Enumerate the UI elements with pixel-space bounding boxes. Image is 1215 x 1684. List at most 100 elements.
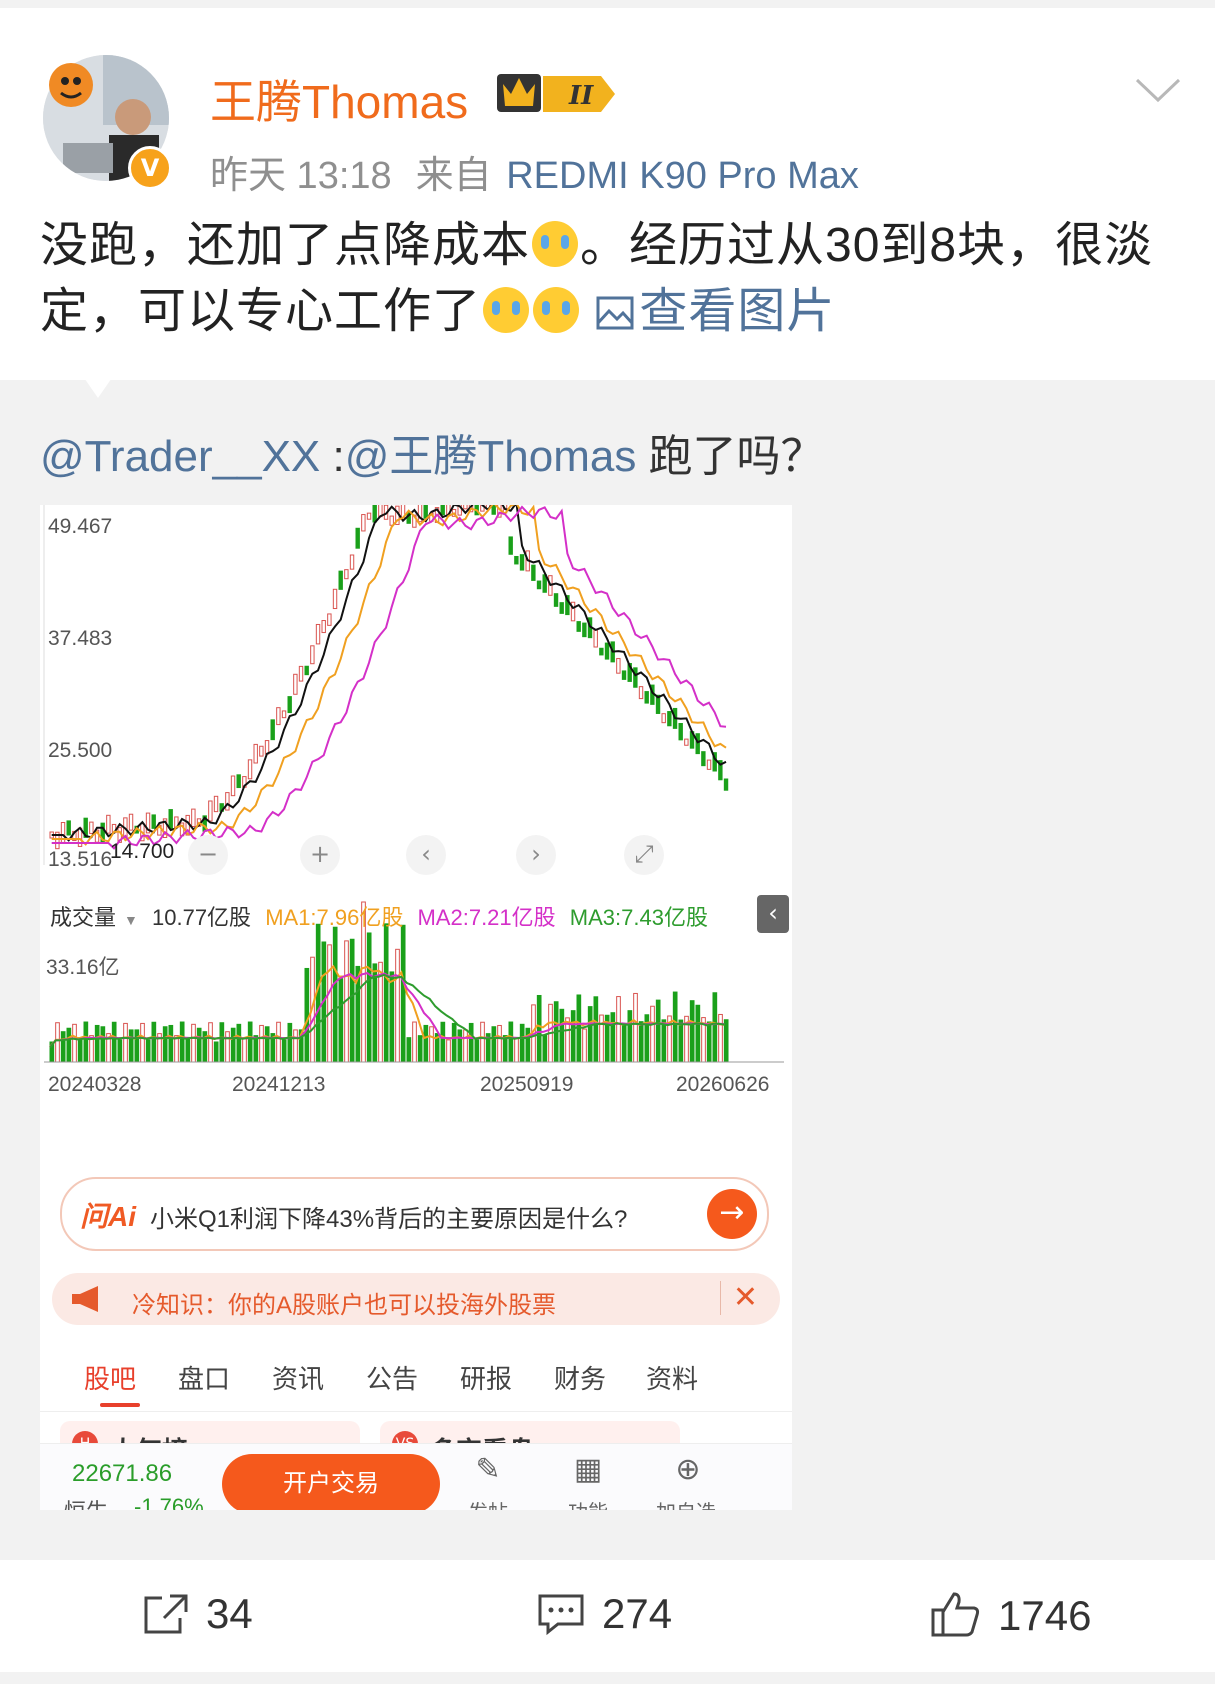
stock-bottom-bar: 22671.86 恒生 -1.76% 开户交易 ✎ 发帖 ▦ 功能 ⊕ 加自选 (40, 1443, 792, 1510)
candle (604, 642, 610, 660)
volume-bar (83, 1021, 89, 1063)
crown-level-icon: II (497, 74, 615, 112)
collapse-panel-button[interactable]: ‹ (757, 895, 789, 933)
volume-dropdown[interactable]: 成交量 (50, 905, 116, 930)
volume-bar (627, 1010, 633, 1063)
candle (191, 808, 196, 827)
post-label: 发帖 (468, 1496, 508, 1510)
volume-bar (542, 1034, 548, 1063)
volume-bar (276, 1021, 281, 1063)
pan-right-button[interactable]: › (516, 835, 556, 875)
volume-bar (242, 1037, 247, 1063)
index-change: -1.76% (134, 1494, 204, 1510)
candle (706, 759, 712, 770)
candle (349, 554, 355, 570)
volume-bar (293, 1029, 298, 1063)
candle (315, 623, 321, 645)
volume-bar (417, 1035, 423, 1063)
candle (259, 745, 264, 757)
volume-bar (151, 1021, 157, 1063)
volume-bar (610, 1012, 616, 1063)
price-label-1: 49.467 (48, 515, 113, 538)
megaphone-icon (72, 1286, 98, 1312)
stock-screenshot[interactable]: 49.467 37.483 25.500 13.516 14.700 − + ‹… (40, 505, 792, 1510)
arrow-right-icon[interactable]: → (707, 1189, 757, 1239)
retweet-mention[interactable]: @王腾Thomas (345, 432, 637, 481)
add-circle-icon[interactable]: ⊕ (668, 1452, 708, 1492)
candle (321, 620, 326, 634)
candle (327, 613, 332, 626)
low-marker: 14.700 (110, 840, 175, 863)
retweet-text: @Trader__XX :@王腾Thomas 跑了吗？ (40, 420, 825, 484)
zoom-out-button[interactable]: − (188, 835, 228, 875)
volume-bar (559, 1008, 565, 1063)
comment-button[interactable]: 274 (536, 1590, 672, 1638)
tab-pankou[interactable]: 盘口 (178, 1359, 230, 1396)
grid-icon[interactable]: ▦ (568, 1452, 608, 1492)
share-icon (144, 1594, 188, 1634)
volume-bar (236, 1023, 242, 1063)
candle (723, 778, 729, 791)
candle (247, 759, 253, 780)
volume-bar (259, 1024, 264, 1063)
volume-bar (661, 1019, 667, 1063)
candle (559, 602, 564, 614)
candle (638, 686, 644, 700)
open-account-button[interactable]: 开户交易 (222, 1454, 440, 1510)
tab-finance[interactable]: 财务 (554, 1359, 606, 1396)
tab-guba[interactable]: 股吧 (84, 1359, 136, 1396)
image-icon (596, 296, 634, 330)
kline-chart (40, 505, 792, 1145)
crying-emoji-icon (533, 287, 580, 333)
volume-bar (208, 1022, 213, 1063)
volume-bar (185, 1037, 191, 1063)
volume-bar (117, 1039, 123, 1063)
volume-bar (655, 999, 661, 1063)
tab-research[interactable]: 研报 (460, 1359, 512, 1396)
volume-bar (395, 948, 400, 1063)
chevron-down-icon[interactable] (1135, 78, 1181, 104)
volume-bar (287, 1022, 293, 1063)
candle (361, 514, 366, 532)
candle (514, 555, 519, 565)
ask-ai-box[interactable]: 问Ai 小米Q1利润下降43%背后的主要原因是什么? → (60, 1177, 769, 1251)
retweet-author[interactable]: @Trader__XX (40, 432, 320, 481)
fullscreen-icon[interactable]: ⤢ (624, 835, 664, 875)
volume-bar (457, 1029, 463, 1063)
candle (230, 775, 236, 797)
crying-emoji-icon (483, 287, 530, 333)
tab-profile[interactable]: 资料 (646, 1359, 698, 1396)
volume-bar (213, 1041, 219, 1063)
tab-announcements[interactable]: 公告 (366, 1359, 418, 1396)
tab-news[interactable]: 资讯 (272, 1359, 324, 1396)
username[interactable]: 王腾Thomas (210, 66, 468, 132)
candle (355, 527, 360, 549)
candle (344, 569, 349, 580)
volume-bar (60, 1031, 66, 1063)
like-button[interactable]: 1746 (930, 1590, 1091, 1640)
index-value: 22671.86 (72, 1460, 173, 1487)
volume-bar (412, 1021, 417, 1063)
volume-bar (332, 926, 338, 1063)
pan-left-button[interactable]: ‹ (406, 835, 446, 875)
index-name: 恒生 (64, 1494, 108, 1510)
candle (372, 505, 377, 523)
volume-bar (706, 1021, 712, 1063)
zoom-in-button[interactable]: + (300, 835, 340, 875)
candle (270, 719, 275, 741)
tip-banner[interactable]: 冷知识：你的A股账户也可以投海外股票 ✕ (52, 1273, 780, 1325)
compose-icon[interactable]: ✎ (468, 1452, 508, 1492)
repost-button[interactable]: 34 (142, 1590, 253, 1638)
volume-bar (491, 1026, 497, 1063)
device-link[interactable]: REDMI K90 Pro Max (506, 155, 859, 197)
view-picture-link[interactable]: 查看图片 (595, 285, 835, 338)
volume-bar (366, 932, 372, 1063)
candle (661, 713, 666, 724)
candle (576, 621, 581, 632)
candle (208, 800, 213, 822)
volume-bar (304, 967, 310, 1063)
volume-bar (514, 1037, 519, 1063)
close-icon[interactable]: ✕ (719, 1281, 758, 1315)
candle (599, 647, 604, 656)
date-label-1: 20240328 (48, 1073, 142, 1096)
